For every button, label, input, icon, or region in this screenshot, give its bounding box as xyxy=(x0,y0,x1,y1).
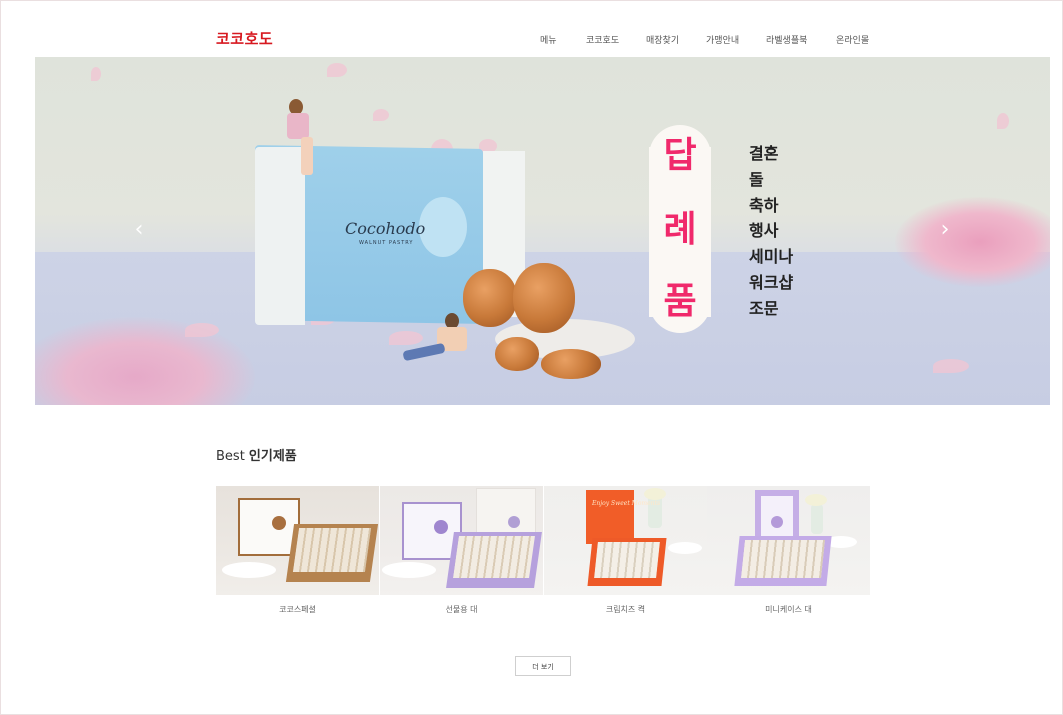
product-card[interactable]: Enjoy Sweet Moments 크림치즈 켝 xyxy=(544,486,707,616)
petal xyxy=(185,323,219,337)
flower xyxy=(644,488,666,500)
gift-bag-blob xyxy=(419,197,467,257)
product-image[interactable] xyxy=(380,486,543,595)
nav-item-cocohodo[interactable]: 코코호도 xyxy=(586,33,619,46)
box-logo-dot xyxy=(272,516,286,530)
box-tray-cookies xyxy=(741,540,825,578)
product-name[interactable]: 선물용 대 xyxy=(380,604,543,615)
hero-occasion-item: 축하 xyxy=(749,195,779,215)
product-card[interactable]: 선물용 대 xyxy=(380,486,543,616)
product-name[interactable]: 코코스페셜 xyxy=(216,604,379,615)
walnut-cookie xyxy=(541,349,601,379)
chevron-left-icon[interactable]: ‹ xyxy=(129,219,149,243)
bag-logo-dot xyxy=(508,516,520,528)
dish xyxy=(222,562,276,578)
product-name[interactable]: 미니케이스 대 xyxy=(707,604,870,615)
hero-circle-char: 례 xyxy=(663,209,697,250)
site-header: 코코호도 메뉴 코코호도 매장찾기 가맹안내 라벨생플북 온라인몰 xyxy=(0,0,1063,56)
petal xyxy=(933,359,969,373)
box-tray-cookies xyxy=(453,536,535,578)
hero-occasion-item: 돌 xyxy=(749,169,764,189)
page: 코코호도 메뉴 코코호도 매장찾기 가맹안내 라벨생플북 온라인몰 Cocoho… xyxy=(0,0,1063,715)
petal xyxy=(997,113,1009,129)
hero-occasion-item: 세미나 xyxy=(749,247,794,267)
gift-bag-side xyxy=(255,147,305,325)
nav-item-store-finder[interactable]: 매장찾기 xyxy=(646,33,679,46)
walnut-cookie xyxy=(463,269,517,327)
hero-circle-char: 품 xyxy=(663,281,697,322)
box-lid-script: Enjoy Sweet Moments xyxy=(592,500,661,507)
hero-occasion-item: 조문 xyxy=(749,298,779,318)
product-image[interactable] xyxy=(216,486,379,595)
product-image[interactable]: Enjoy Sweet Moments xyxy=(544,486,707,595)
figure-girl-body xyxy=(287,113,309,139)
box-lid xyxy=(586,490,634,544)
dish xyxy=(382,562,436,578)
figure-girl-legs xyxy=(301,137,313,175)
best-title-prefix: Best xyxy=(216,449,249,464)
gift-bag-brand-sub: WALNUT PASTRY xyxy=(359,240,414,246)
site-logo[interactable]: 코코호도 xyxy=(216,28,273,49)
box-logo-dot xyxy=(434,520,448,534)
petal xyxy=(327,63,347,77)
gift-bag-brand: Cocohodo xyxy=(345,219,426,238)
box-tray-cookies xyxy=(292,528,372,572)
petal xyxy=(389,331,423,345)
hero-circle: 례 xyxy=(649,199,711,261)
box-logo-dot xyxy=(771,516,783,528)
hero-occasion-item: 행사 xyxy=(749,221,779,241)
best-title-main: 인기제품 xyxy=(248,449,297,464)
hero-occasion-item: 워크샵 xyxy=(749,272,794,292)
nav-item-franchise[interactable]: 가맹안내 xyxy=(706,33,739,46)
best-section-title: Best 인기제품 xyxy=(216,445,297,464)
petal xyxy=(373,109,389,121)
hero-circle: 답 xyxy=(649,125,711,187)
best-product-grid: 코코스페셜 선물용 대 Enjoy Sweet Moments 크림치즈 켝 미… xyxy=(216,486,870,616)
petal xyxy=(91,67,101,81)
hero-occasion-list: 결혼 돌 축하 행사 세미나 워크샵 조문 xyxy=(749,141,793,322)
hero-circle: 품 xyxy=(649,271,711,333)
hero-circle-char: 답 xyxy=(663,135,697,176)
hero-occasion-item: 결혼 xyxy=(749,144,779,163)
dish xyxy=(668,542,702,554)
vase xyxy=(811,504,823,534)
product-card[interactable]: 코코스페셜 xyxy=(216,486,379,616)
nav-item-menu[interactable]: 메뉴 xyxy=(540,33,557,46)
product-name[interactable]: 크림치즈 켝 xyxy=(544,604,707,615)
nav-item-label-sample-book[interactable]: 라벨생플북 xyxy=(766,33,807,46)
flower xyxy=(805,494,827,506)
product-card[interactable]: 미니케이스 대 xyxy=(707,486,870,616)
more-button[interactable]: 더 보기 xyxy=(515,656,571,676)
walnut-cookie xyxy=(495,337,539,371)
nav-item-online-mall[interactable]: 온라인몰 xyxy=(836,33,869,46)
box-tray-cookies xyxy=(594,542,660,578)
hero-banner[interactable]: Cocohodo WALNUT PASTRY 답 례 품 결혼 돌 축하 행사 … xyxy=(35,57,1050,405)
chevron-right-icon[interactable]: › xyxy=(935,219,955,243)
product-image[interactable] xyxy=(707,486,870,595)
walnut-cookie xyxy=(513,263,575,333)
